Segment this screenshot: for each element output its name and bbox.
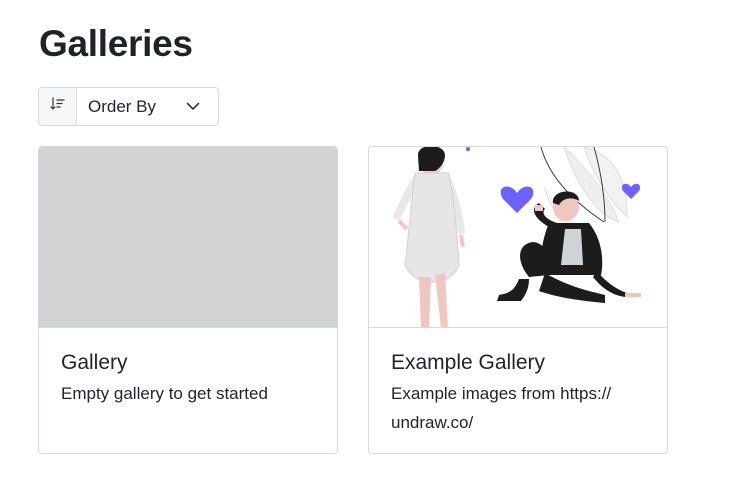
- gallery-title: Example Gallery: [391, 351, 546, 374]
- gallery-card[interactable]: Gallery Empty gallery to get started: [38, 146, 338, 454]
- chevron-down-icon: [186, 98, 200, 116]
- gallery-title: Gallery: [61, 351, 128, 374]
- sort-direction-button[interactable]: [39, 88, 77, 125]
- gallery-cover-image: [369, 147, 667, 328]
- page-title: Galleries: [39, 23, 193, 64]
- gallery-description: Empty gallery to get started: [61, 384, 268, 403]
- gallery-description: Example images from https:// undraw.co/: [391, 384, 612, 432]
- undraw-illustration: [393, 147, 641, 327]
- order-by-dropdown[interactable]: Order By: [77, 88, 218, 125]
- sort-descending-icon: [49, 97, 66, 116]
- sort-toolbar: Order By: [38, 87, 219, 126]
- gallery-placeholder-image: [39, 147, 337, 328]
- gallery-card[interactable]: Example Gallery Example images from http…: [368, 146, 668, 454]
- order-by-label: Order By: [88, 96, 157, 116]
